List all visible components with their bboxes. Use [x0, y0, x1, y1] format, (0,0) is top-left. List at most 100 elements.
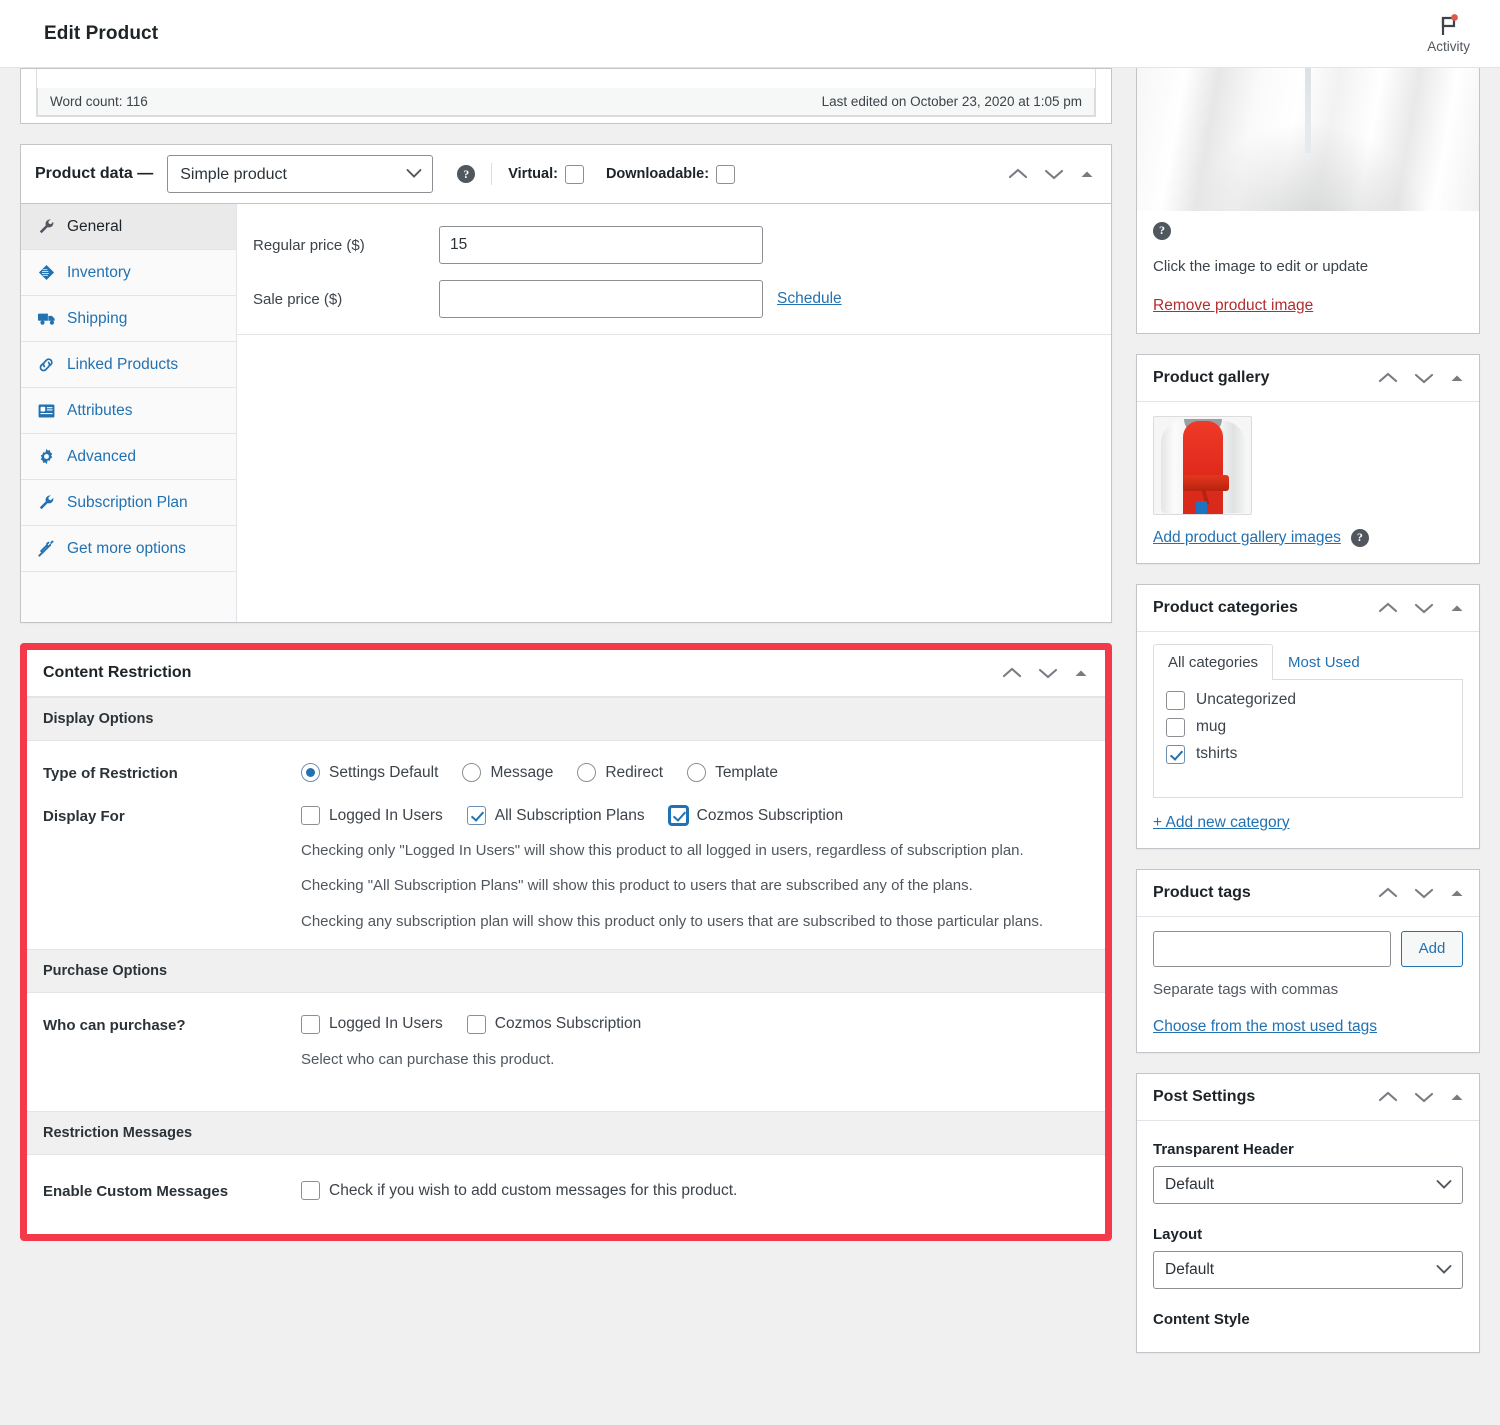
- page-title: Edit Product: [44, 22, 159, 44]
- downloadable-checkbox-group[interactable]: Downloadable:: [605, 164, 736, 184]
- radio-settings-default[interactable]: Settings Default: [301, 763, 438, 782]
- checkbox-indicator[interactable]: [668, 806, 688, 825]
- who-can-purchase-row: Who can purchase? Logged In Users Cozmos…: [27, 993, 1105, 1111]
- triangle-up-icon[interactable]: [1073, 667, 1089, 679]
- chevron-up-icon[interactable]: [1377, 601, 1399, 615]
- tab-label: Advanced: [67, 447, 136, 465]
- chevron-up-icon[interactable]: [1007, 167, 1029, 181]
- link-icon: [37, 355, 56, 374]
- checkbox-indicator[interactable]: [1166, 744, 1185, 764]
- virtual-checkbox-group[interactable]: Virtual:: [508, 164, 584, 184]
- category-item-mug[interactable]: mug: [1166, 717, 1450, 737]
- featured-image-caption: Click the image to edit or update: [1153, 257, 1369, 275]
- checkbox-indicator[interactable]: [1166, 690, 1185, 710]
- downloadable-label: Downloadable:: [605, 166, 710, 182]
- tab-get-more-options[interactable]: Get more options: [21, 526, 236, 572]
- checkbox-purchase-cozmos-subscription[interactable]: Cozmos Subscription: [466, 1014, 641, 1034]
- checkbox-display-cozmos-subscription[interactable]: Cozmos Subscription: [668, 806, 843, 825]
- help-icon[interactable]: ?: [1153, 221, 1171, 240]
- tab-inventory[interactable]: Inventory: [21, 250, 236, 296]
- choose-most-used-tags-link[interactable]: Choose from the most used tags: [1153, 1018, 1463, 1036]
- add-tag-button[interactable]: Add: [1401, 930, 1463, 967]
- category-item-uncategorized[interactable]: Uncategorized: [1166, 690, 1450, 710]
- content-restriction-box: Content Restriction Display Options Type…: [20, 643, 1112, 1241]
- wrench-icon: [37, 493, 56, 512]
- help-icon[interactable]: ?: [457, 165, 476, 183]
- checkbox-display-all-subscription-plans[interactable]: All Subscription Plans: [466, 806, 645, 825]
- remove-product-image-link[interactable]: Remove product image: [1153, 297, 1313, 314]
- chevron-down-icon[interactable]: [1413, 1090, 1435, 1104]
- category-item-tshirts[interactable]: tshirts: [1166, 744, 1450, 764]
- triangle-up-icon[interactable]: [1449, 1091, 1465, 1103]
- sale-price-label: Sale price ($): [253, 290, 343, 308]
- checkbox-purchase-logged-in-users[interactable]: Logged In Users: [301, 1014, 443, 1034]
- downloadable-checkbox[interactable]: [716, 164, 736, 184]
- radio-indicator[interactable]: [687, 763, 707, 782]
- help-icon[interactable]: ?: [1350, 528, 1369, 547]
- radio-message[interactable]: Message: [462, 763, 553, 782]
- checkbox-indicator[interactable]: [301, 1181, 320, 1200]
- tab-label: Attributes: [67, 401, 133, 419]
- add-product-gallery-images-link[interactable]: Add product gallery images: [1153, 529, 1341, 547]
- add-new-category-link[interactable]: + Add new category: [1153, 814, 1463, 832]
- triangle-up-icon[interactable]: [1079, 168, 1095, 180]
- radio-indicator[interactable]: [577, 763, 597, 782]
- category-list[interactable]: Uncategorized mug tshirts: [1153, 679, 1463, 798]
- triangle-up-icon[interactable]: [1449, 372, 1465, 384]
- product-data-tabs: General Inventory Shipping Linked Produc…: [21, 204, 237, 622]
- tab-attributes[interactable]: Attributes: [21, 388, 236, 434]
- triangle-up-icon[interactable]: [1449, 887, 1465, 899]
- radio-template[interactable]: Template: [687, 763, 778, 782]
- radio-redirect[interactable]: Redirect: [577, 763, 663, 782]
- activity-button[interactable]: Activity: [1419, 12, 1478, 56]
- checkbox-label: Check if you wish to add custom messages…: [329, 1181, 738, 1199]
- checkbox-indicator[interactable]: [301, 806, 320, 825]
- chevron-down-icon[interactable]: [1037, 666, 1059, 680]
- tag-input[interactable]: [1153, 930, 1391, 967]
- checkbox-indicator[interactable]: [301, 1014, 320, 1034]
- tab-shipping[interactable]: Shipping: [21, 296, 236, 342]
- checkbox-enable-custom-messages[interactable]: Check if you wish to add custom messages…: [301, 1181, 1089, 1200]
- regular-price-input[interactable]: [439, 226, 763, 264]
- tab-subscription-plan[interactable]: Subscription Plan: [21, 480, 236, 526]
- virtual-checkbox[interactable]: [564, 164, 584, 184]
- tag-icon: [37, 263, 56, 282]
- product-type-select[interactable]: Simple product: [167, 155, 434, 193]
- tab-advanced[interactable]: Advanced: [21, 434, 236, 480]
- checkbox-indicator[interactable]: [466, 1014, 486, 1034]
- triangle-up-icon[interactable]: [1449, 602, 1465, 614]
- chevron-down-icon[interactable]: [1043, 167, 1065, 181]
- checkbox-indicator[interactable]: [1166, 717, 1185, 737]
- post-settings-header: Post Settings: [1137, 1074, 1479, 1121]
- category-label: tshirts: [1196, 745, 1238, 762]
- chevron-down-icon[interactable]: [1413, 886, 1435, 900]
- product-categories-body: All categories Most Used Uncategorized m…: [1137, 632, 1479, 848]
- main-column: Word count: 116 Last edited on October 2…: [20, 68, 1112, 1241]
- chevron-down-icon[interactable]: [1413, 601, 1435, 615]
- tag-input-row: Add: [1153, 930, 1463, 967]
- schedule-link[interactable]: Schedule: [777, 290, 842, 308]
- tab-general[interactable]: General: [21, 204, 236, 250]
- product-data-header: Product data — Simple product ? Virtual:: [21, 145, 1111, 204]
- gallery-thumbnail[interactable]: [1153, 415, 1252, 515]
- page-canvas: Word count: 116 Last edited on October 2…: [0, 0, 1500, 1425]
- tab-all-categories[interactable]: All categories: [1153, 643, 1274, 680]
- layout-select[interactable]: Default: [1153, 1250, 1463, 1289]
- product-gallery-header: Product gallery: [1137, 355, 1479, 402]
- chevron-up-icon[interactable]: [1377, 1090, 1399, 1104]
- checkbox-display-logged-in-users[interactable]: Logged In Users: [301, 806, 443, 825]
- chevron-up-icon[interactable]: [1377, 371, 1399, 385]
- radio-indicator[interactable]: [301, 763, 320, 782]
- checkbox-indicator[interactable]: [466, 806, 486, 825]
- transparent-header-select[interactable]: Default: [1153, 1165, 1463, 1204]
- virtual-label: Virtual:: [508, 166, 558, 182]
- tab-most-used[interactable]: Most Used: [1273, 644, 1375, 680]
- post-settings-body: Transparent Header Default Layout Defaul…: [1137, 1121, 1479, 1352]
- chevron-up-icon[interactable]: [1001, 666, 1023, 680]
- description-text: Checking "All Subscription Plans" will s…: [301, 877, 973, 895]
- sale-price-input[interactable]: [439, 280, 763, 318]
- chevron-down-icon[interactable]: [1413, 371, 1435, 385]
- tab-linked-products[interactable]: Linked Products: [21, 342, 236, 388]
- chevron-up-icon[interactable]: [1377, 886, 1399, 900]
- radio-indicator[interactable]: [462, 763, 482, 782]
